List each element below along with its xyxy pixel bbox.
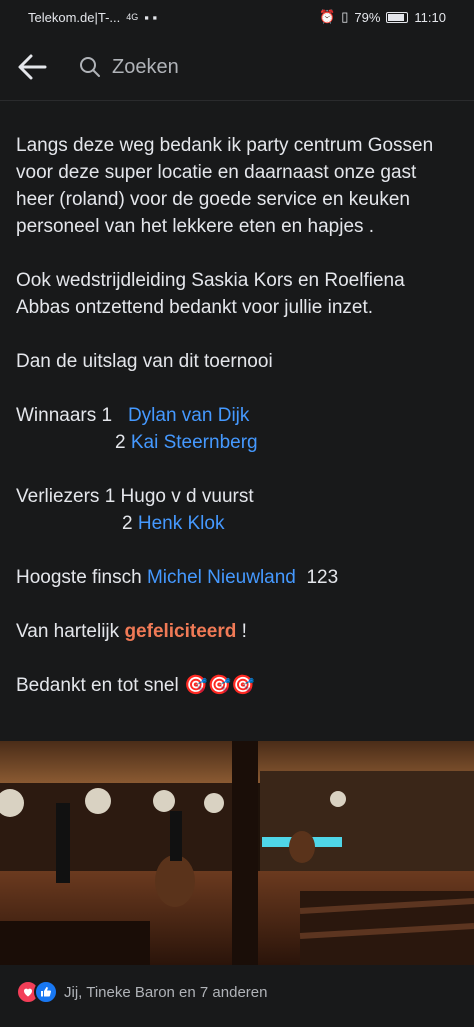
winners-label: Winnaars 1 bbox=[16, 405, 113, 426]
venue-photo bbox=[0, 741, 474, 965]
search-placeholder: Zoeken bbox=[112, 55, 179, 78]
reactions-text: Jij, Tineke Baron en 7 anderen bbox=[64, 983, 268, 1001]
search-field[interactable]: Zoeken bbox=[70, 48, 460, 86]
closing-line: Bedankt en tot snel 🎯🎯🎯 bbox=[16, 672, 458, 699]
losers-line-2: 2 Henk Klok bbox=[16, 510, 458, 537]
alarm-icon: ⏰ bbox=[319, 9, 336, 24]
arrow-left-icon bbox=[18, 54, 47, 80]
congrats-suffix: ! bbox=[241, 621, 247, 642]
battery-icon bbox=[386, 11, 409, 23]
winner-2-number: 2 bbox=[115, 432, 126, 453]
closing-text: Bedankt en tot snel bbox=[16, 675, 179, 696]
top-bar: Zoeken bbox=[0, 34, 474, 101]
vibrate-icon: ▯ bbox=[341, 9, 349, 24]
winners-line-2: 2 Kai Steernberg bbox=[16, 429, 458, 456]
loser-2-number: 2 bbox=[122, 513, 133, 534]
organisers-paragraph: Ook wedstrijdleiding Saskia Kors en Roel… bbox=[16, 270, 405, 318]
battery-percent: 79% bbox=[354, 9, 381, 25]
dart-emoji: 🎯🎯🎯 bbox=[183, 675, 255, 696]
results-intro: Dan de uitslag van dit toernooi bbox=[16, 351, 273, 372]
winner-1-link[interactable]: Dylan van Dijk bbox=[128, 405, 249, 426]
winners-line-1: Winnaars 1 Dylan van Dijk bbox=[16, 402, 458, 429]
back-button[interactable] bbox=[16, 52, 48, 82]
status-bar: Telekom.de|T-... 4G ▪ ▪ ⏰ ▯ 79% 11:10 bbox=[0, 0, 474, 34]
finish-score: 123 bbox=[306, 567, 339, 588]
post-body: Langs deze weg bedank ik party centrum G… bbox=[16, 132, 458, 699]
like-reaction-icon bbox=[34, 980, 58, 1004]
notification-icons: ▪ ▪ bbox=[144, 9, 158, 25]
network-indicator: 4G bbox=[126, 12, 139, 22]
finish-player-link[interactable]: Michel Nieuwland bbox=[147, 567, 296, 588]
congrats-line: Van hartelijk gefeliciteerd ! bbox=[16, 618, 458, 645]
thanks-paragraph: Langs deze weg bedank ik party centrum G… bbox=[16, 135, 434, 237]
clock: 11:10 bbox=[414, 9, 446, 25]
congrats-prefix: Van hartelijk bbox=[16, 621, 120, 642]
carrier-label: Telekom.de|T-... bbox=[28, 9, 121, 25]
losers-line-1: Verliezers 1 Hugo v d vuurst bbox=[16, 486, 254, 507]
reactions-bar[interactable]: Jij, Tineke Baron en 7 anderen bbox=[16, 980, 267, 1004]
highest-finish-line: Hoogste finsch Michel Nieuwland 123 bbox=[16, 564, 458, 591]
loser-2-link[interactable]: Henk Klok bbox=[138, 513, 225, 534]
congrats-word: gefeliciteerd bbox=[124, 621, 237, 642]
winner-2-link[interactable]: Kai Steernberg bbox=[131, 432, 258, 453]
finish-label: Hoogste finsch bbox=[16, 567, 142, 588]
search-icon bbox=[80, 57, 100, 77]
post-photo[interactable] bbox=[0, 741, 474, 965]
